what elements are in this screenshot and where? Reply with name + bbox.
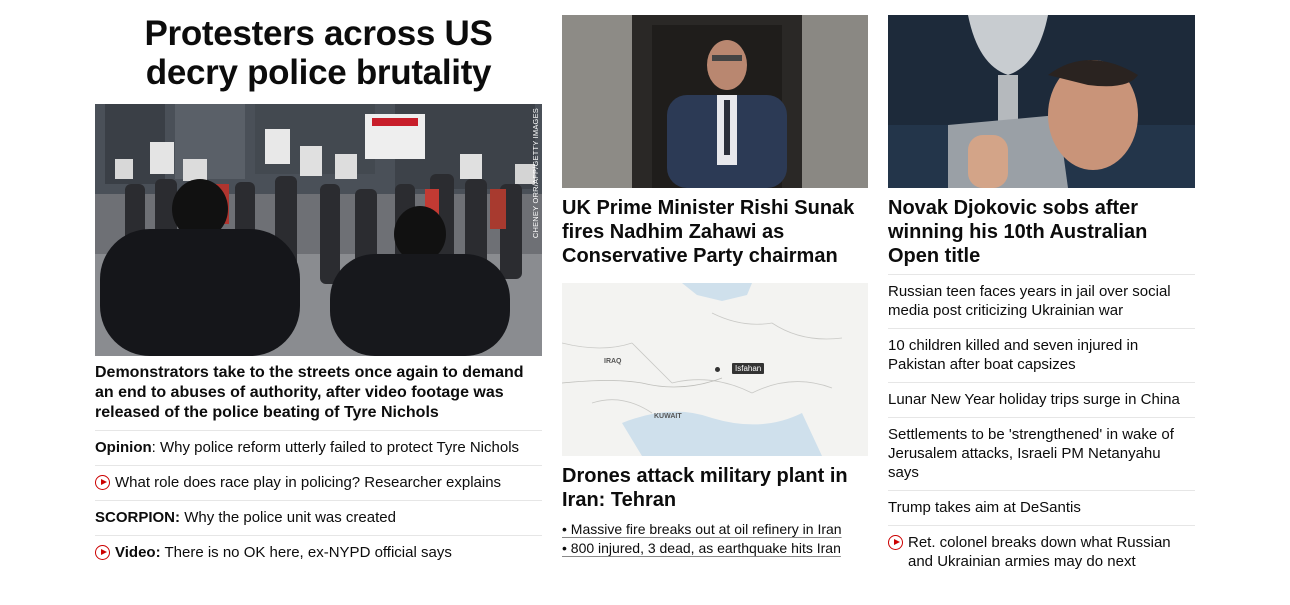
map-label-kuwait: KUWAIT bbox=[654, 413, 682, 420]
djokovic-story-title[interactable]: Novak Djokovic sobs after winning his 10… bbox=[888, 188, 1195, 275]
item-text: Ret. colonel breaks down what Russian an… bbox=[908, 534, 1171, 570]
sunak-story-title[interactable]: UK Prime Minister Rishi Sunak fires Nadh… bbox=[562, 188, 868, 268]
map-marker bbox=[715, 367, 720, 372]
list-item[interactable]: SCORPION: Why the police unit was create… bbox=[95, 501, 542, 536]
lead-story-column: Protesters across US decry police brutal… bbox=[95, 0, 542, 570]
item-prefix: Opinion bbox=[95, 439, 152, 456]
list-item[interactable]: Russian teen faces years in jail over so… bbox=[888, 275, 1195, 329]
lead-headline-line1[interactable]: Protesters across US bbox=[95, 14, 542, 53]
item-text: Trump takes aim at DeSantis bbox=[888, 499, 1081, 516]
play-icon bbox=[95, 475, 110, 490]
list-item[interactable]: Opinion: Why police reform utterly faile… bbox=[95, 431, 542, 466]
item-separator: : bbox=[151, 439, 160, 456]
middle-column: UK Prime Minister Rishi Sunak fires Nadh… bbox=[562, 0, 868, 558]
lead-headline-line2[interactable]: decry police brutality bbox=[95, 53, 542, 92]
bullet-link[interactable]: • 800 injured, 3 dead, as earthquake hit… bbox=[562, 539, 868, 558]
list-item[interactable]: Lunar New Year holiday trips surge in Ch… bbox=[888, 383, 1195, 418]
item-prefix: SCORPION: bbox=[95, 509, 181, 526]
protest-photo[interactable]: CHENEY ORR/AFP/GETTY IMAGES bbox=[95, 104, 542, 356]
list-item[interactable]: Video: There is no OK here, ex-NYPD offi… bbox=[95, 536, 542, 570]
lead-headline[interactable]: Protesters across US decry police brutal… bbox=[95, 14, 542, 92]
djokovic-photo[interactable] bbox=[888, 15, 1195, 188]
map-city-isfahan: Isfahan bbox=[732, 363, 765, 374]
bullet-link[interactable]: • Massive fire breaks out at oil refiner… bbox=[562, 520, 868, 539]
play-icon bbox=[888, 535, 903, 550]
related-links-list: Opinion: Why police reform utterly faile… bbox=[95, 431, 542, 570]
lead-summary[interactable]: Demonstrators take to the streets once a… bbox=[95, 356, 542, 431]
iran-map[interactable]: IRAQ KUWAIT Isfahan bbox=[562, 283, 868, 456]
photo-credit: CHENEY ORR/AFP/GETTY IMAGES bbox=[531, 108, 540, 239]
list-item[interactable]: Settlements to be 'strengthened' in wake… bbox=[888, 418, 1195, 491]
item-text: 10 children killed and seven injured in … bbox=[888, 337, 1139, 373]
right-column: Novak Djokovic sobs after winning his 10… bbox=[888, 0, 1195, 579]
item-text: Lunar New Year holiday trips surge in Ch… bbox=[888, 391, 1180, 408]
item-text: What role does race play in policing? Re… bbox=[115, 474, 502, 491]
item-text: Settlements to be 'strengthened' in wake… bbox=[888, 426, 1174, 481]
iran-story-title[interactable]: Drones attack military plant in Iran: Te… bbox=[562, 456, 868, 512]
headlines-list: Russian teen faces years in jail over so… bbox=[888, 275, 1195, 579]
list-item[interactable]: What role does race play in policing? Re… bbox=[95, 466, 542, 501]
item-text: There is no OK here, ex-NYPD official sa… bbox=[164, 544, 452, 561]
sunak-zahawi-photo[interactable] bbox=[562, 15, 868, 188]
play-icon bbox=[95, 545, 110, 560]
list-item[interactable]: Ret. colonel breaks down what Russian an… bbox=[888, 526, 1195, 579]
item-prefix: Video: bbox=[115, 544, 161, 561]
map-label-iraq: IRAQ bbox=[604, 358, 622, 365]
iran-related-links: • Massive fire breaks out at oil refiner… bbox=[562, 512, 868, 558]
item-text: Russian teen faces years in jail over so… bbox=[888, 283, 1171, 319]
item-text: Why the police unit was created bbox=[184, 509, 396, 526]
item-text: Why police reform utterly failed to prot… bbox=[160, 439, 520, 456]
list-item[interactable]: Trump takes aim at DeSantis bbox=[888, 491, 1195, 526]
list-item[interactable]: 10 children killed and seven injured in … bbox=[888, 329, 1195, 383]
